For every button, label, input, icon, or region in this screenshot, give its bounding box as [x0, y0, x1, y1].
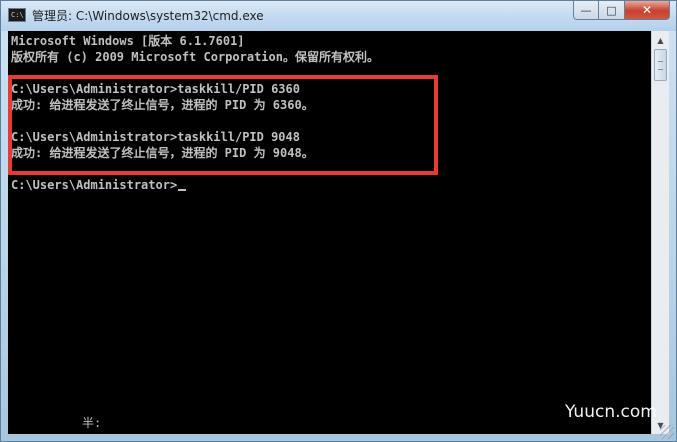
- ime-status-indicator: 半:: [82, 416, 102, 430]
- minimize-button[interactable]: —: [573, 1, 599, 20]
- cmd-icon-glyph: C:\: [11, 11, 24, 19]
- console-line-version: Microsoft Windows [版本 6.1.7601]: [11, 34, 245, 48]
- text-cursor: [178, 189, 187, 191]
- command-prompt: C:\Users\Administrator>: [11, 178, 178, 192]
- scroll-up-arrow-icon[interactable]: ▲: [653, 32, 668, 48]
- scroll-thumb[interactable]: [654, 49, 667, 81]
- cmd-app-icon[interactable]: C:\: [8, 8, 26, 22]
- vertical-scrollbar[interactable]: ▲ ▼: [651, 31, 669, 434]
- window-title: 管理员: C:\Windows\system32\cmd.exe: [32, 9, 264, 23]
- caption-buttons: — □ ✕: [573, 1, 670, 21]
- site-watermark: Yuucn.com: [565, 402, 657, 422]
- resize-grip-icon[interactable]: [660, 425, 674, 439]
- title-bar[interactable]: C:\ 管理员: C:\Windows\system32\cmd.exe — □…: [1, 1, 676, 31]
- console-line-copyright: 版权所有 (c) 2009 Microsoft Corporation。保留所有…: [11, 50, 379, 64]
- console-line-prompt[interactable]: C:\Users\Administrator>: [11, 177, 187, 193]
- close-button[interactable]: ✕: [625, 1, 670, 20]
- console-output-area[interactable]: Microsoft Windows [版本 6.1.7601] 版权所有 (c)…: [8, 31, 651, 434]
- highlight-annotation-box: [8, 75, 438, 175]
- cmd-window: C:\ 管理员: C:\Windows\system32\cmd.exe — □…: [0, 0, 677, 442]
- maximize-button[interactable]: □: [599, 1, 625, 20]
